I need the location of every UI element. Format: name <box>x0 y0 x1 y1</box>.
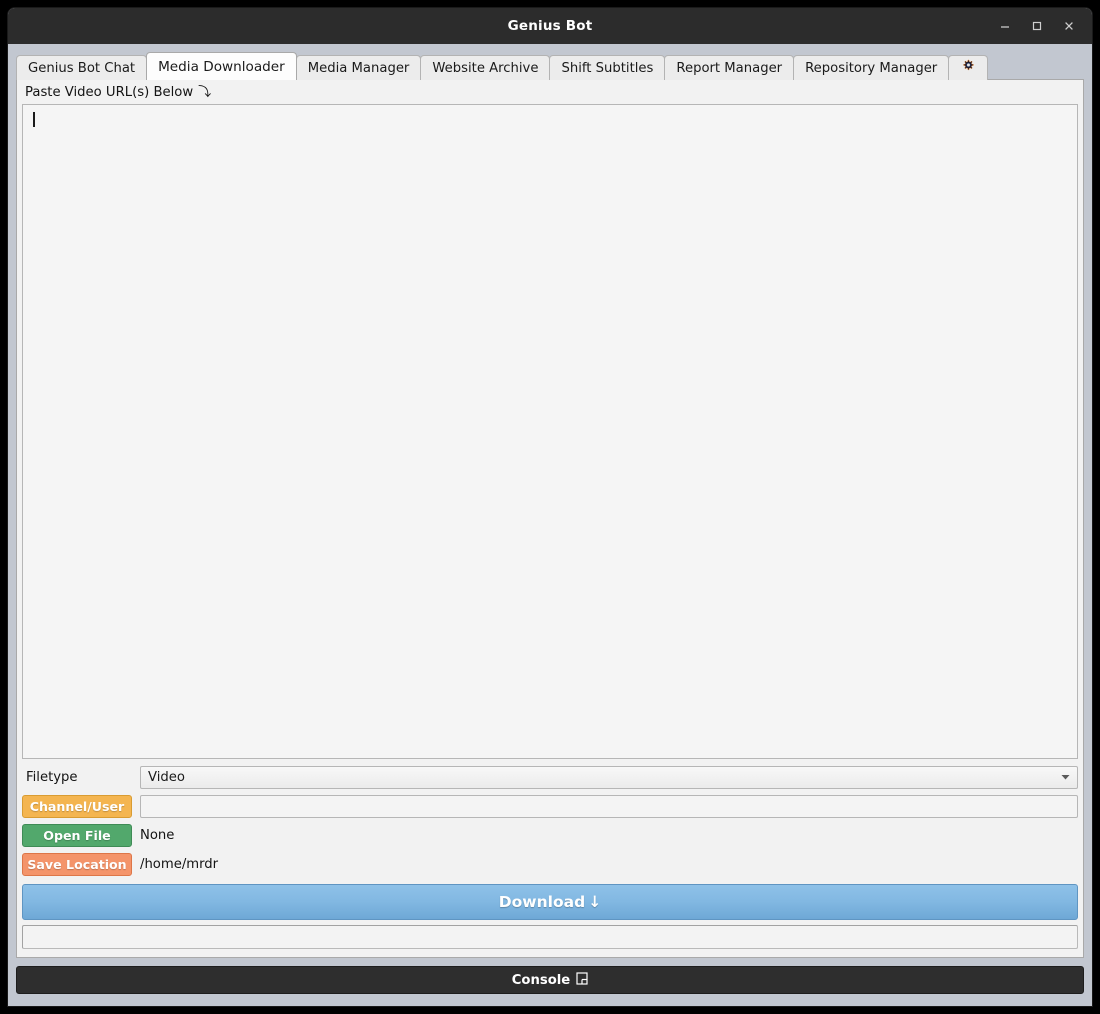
save-location-row: Save Location /home/mrdr <box>22 852 1078 877</box>
media-downloader-panel: Paste Video URL(s) Below ⤵ Filetype Vide… <box>16 79 1084 958</box>
download-progress-bar <box>22 925 1078 949</box>
window-bottom-padding <box>8 994 1092 1006</box>
app-window: Genius Bot Gen <box>8 8 1092 1006</box>
url-input-label-text: Paste Video URL(s) Below <box>25 85 193 100</box>
url-input-label: Paste Video URL(s) Below ⤵ <box>21 83 1079 104</box>
save-location-button-label: Save Location <box>27 857 126 872</box>
tab-label: Genius Bot Chat <box>28 61 135 76</box>
tab-label: Website Archive <box>432 61 538 76</box>
open-file-value: None <box>140 828 1078 843</box>
tab-label: Media Manager <box>308 61 410 76</box>
tab-shift-subtitles[interactable]: Shift Subtitles <box>549 55 665 80</box>
tab-media-downloader[interactable]: Media Downloader <box>146 52 297 80</box>
tab-genius-bot-chat[interactable]: Genius Bot Chat <box>16 55 147 80</box>
download-arrow-icon: ↓ <box>588 893 601 911</box>
tab-media-manager[interactable]: Media Manager <box>296 55 422 80</box>
tab-bar: Genius Bot Chat Media Downloader Media M… <box>16 52 1084 80</box>
client-area: Genius Bot Chat Media Downloader Media M… <box>8 44 1092 958</box>
channel-user-button[interactable]: Channel/User <box>22 795 132 818</box>
filetype-row: Filetype Video <box>22 765 1078 790</box>
tab-settings[interactable] <box>948 55 988 80</box>
save-location-button[interactable]: Save Location <box>22 853 132 876</box>
title-bar[interactable]: Genius Bot <box>8 8 1092 44</box>
filetype-value: Video <box>148 770 185 785</box>
open-file-button-label: Open File <box>43 828 110 843</box>
channel-user-button-label: Channel/User <box>30 799 125 814</box>
tab-report-manager[interactable]: Report Manager <box>664 55 794 80</box>
open-file-button[interactable]: Open File <box>22 824 132 847</box>
maximize-button[interactable] <box>1022 13 1052 39</box>
arrow-down-icon: ⤵ <box>198 86 211 99</box>
filetype-label: Filetype <box>22 770 132 785</box>
tab-label: Repository Manager <box>805 61 937 76</box>
console-toggle-button[interactable]: Console <box>16 966 1084 994</box>
tab-label: Media Downloader <box>158 59 285 75</box>
console-label: Console <box>512 973 571 988</box>
channel-user-input[interactable] <box>140 795 1078 818</box>
minimize-button[interactable] <box>990 13 1020 39</box>
url-input-textarea[interactable] <box>22 104 1078 759</box>
download-button[interactable]: Download ↓ <box>22 884 1078 920</box>
tab-repository-manager[interactable]: Repository Manager <box>793 55 949 80</box>
chevron-down-icon <box>1060 773 1071 783</box>
filetype-select[interactable]: Video <box>140 766 1078 789</box>
download-button-label: Download <box>499 893 585 911</box>
gear-icon <box>961 59 975 77</box>
open-file-row: Open File None <box>22 823 1078 848</box>
tab-website-archive[interactable]: Website Archive <box>420 55 550 80</box>
window-controls <box>990 8 1084 44</box>
window-title: Genius Bot <box>508 18 593 34</box>
close-button[interactable] <box>1054 13 1084 39</box>
save-location-value: /home/mrdr <box>140 857 1078 872</box>
channel-user-row: Channel/User <box>22 794 1078 819</box>
terminal-window-icon <box>576 972 588 989</box>
tab-label: Shift Subtitles <box>561 61 653 76</box>
text-caret <box>33 112 35 127</box>
tab-label: Report Manager <box>676 61 782 76</box>
